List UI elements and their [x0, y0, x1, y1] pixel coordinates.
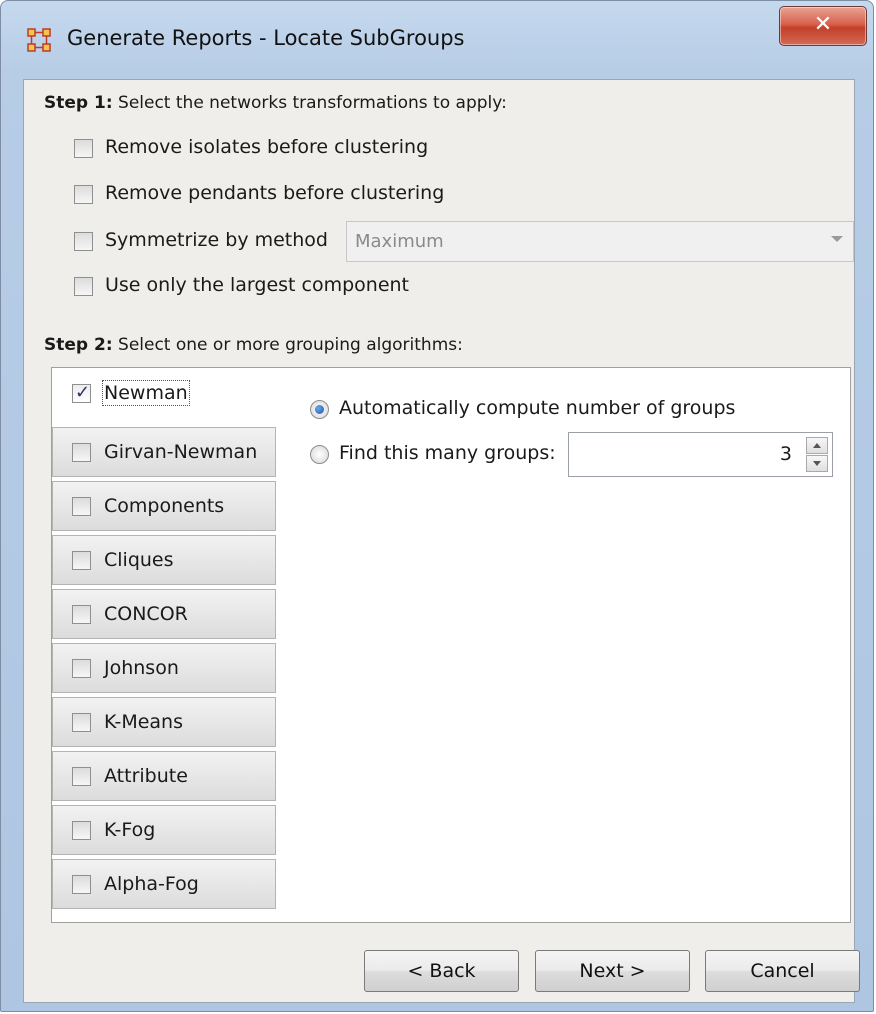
attribute-checkbox[interactable]: [72, 767, 91, 786]
components-checkbox[interactable]: [72, 497, 91, 516]
tab-concor[interactable]: CONCOR: [52, 589, 276, 639]
remove-pendants-label[interactable]: Remove pendants before clustering: [105, 182, 444, 204]
step2-heading-text: Select one or more grouping algorithms:: [112, 335, 463, 355]
arrow-up-icon: [813, 443, 821, 448]
arrow-down-icon: [813, 461, 821, 466]
back-button[interactable]: < Back: [364, 950, 519, 992]
tab-components[interactable]: Components: [52, 481, 276, 531]
symmetrize-checkbox[interactable]: [74, 232, 93, 251]
radio-selected-dot: [315, 405, 324, 414]
remove-isolates-checkbox[interactable]: [74, 139, 93, 158]
group-count-value[interactable]: 3: [780, 443, 792, 465]
auto-groups-label[interactable]: Automatically compute number of groups: [339, 397, 735, 419]
tab-girvan-newman-label: Girvan-Newman: [104, 441, 258, 463]
cliques-checkbox[interactable]: [72, 551, 91, 570]
dialog-body: Step 1: Select the networks transformati…: [23, 79, 860, 1003]
spinner-up-button[interactable]: [806, 437, 828, 454]
close-icon: ✕: [813, 12, 833, 37]
alpha-fog-checkbox[interactable]: [72, 875, 91, 894]
tab-attribute[interactable]: Attribute: [52, 751, 276, 801]
network-icon: [27, 28, 51, 52]
tab-cliques[interactable]: Cliques: [52, 535, 276, 585]
group-count-spinner[interactable]: 3: [568, 432, 833, 477]
find-groups-label[interactable]: Find this many groups:: [339, 442, 556, 464]
tab-attribute-label: Attribute: [104, 765, 188, 787]
dialog-window: Generate Reports - Locate SubGroups ✕ St…: [0, 0, 874, 1012]
tab-components-label: Components: [104, 495, 225, 517]
largest-component-checkbox[interactable]: [74, 277, 93, 296]
tab-cliques-label: Cliques: [104, 549, 174, 571]
window-title: Generate Reports - Locate SubGroups: [67, 26, 465, 50]
symmetrize-label[interactable]: Symmetrize by method: [105, 229, 328, 251]
check-icon: ✓: [75, 382, 91, 403]
tab-girvan-newman[interactable]: Girvan-Newman: [52, 427, 276, 477]
tab-newman-label: Newman: [102, 380, 190, 406]
step1-heading: Step 1: Select the networks transformati…: [44, 93, 507, 113]
tab-alpha-fog-label: Alpha-Fog: [104, 873, 199, 895]
tab-k-fog[interactable]: K-Fog: [52, 805, 276, 855]
remove-pendants-checkbox[interactable]: [74, 185, 93, 204]
tab-johnson-label: Johnson: [104, 657, 179, 679]
symmetrize-method-value: Maximum: [355, 231, 444, 252]
tab-k-means-label: K-Means: [104, 711, 183, 733]
k-means-checkbox[interactable]: [72, 713, 91, 732]
next-button[interactable]: Next >: [535, 950, 690, 992]
tab-johnson[interactable]: Johnson: [52, 643, 276, 693]
find-groups-radio[interactable]: [310, 445, 329, 464]
tab-alpha-fog[interactable]: Alpha-Fog: [52, 859, 276, 909]
tab-concor-label: CONCOR: [104, 603, 188, 625]
remove-isolates-label[interactable]: Remove isolates before clustering: [105, 136, 428, 158]
title-bar[interactable]: Generate Reports - Locate SubGroups ✕: [1, 1, 873, 79]
close-button[interactable]: ✕: [779, 6, 867, 46]
step1-heading-text: Select the networks transformations to a…: [112, 93, 507, 113]
concor-checkbox[interactable]: [72, 605, 91, 624]
symmetrize-method-select[interactable]: Maximum: [346, 221, 854, 262]
step1-heading-bold: Step 1:: [44, 93, 113, 113]
tab-k-means[interactable]: K-Means: [52, 697, 276, 747]
tab-newman[interactable]: ✓ Newman: [52, 368, 276, 416]
cancel-button[interactable]: Cancel: [705, 950, 860, 992]
spinner-down-button[interactable]: [806, 455, 828, 472]
chevron-down-icon: [831, 236, 843, 242]
largest-component-label[interactable]: Use only the largest component: [105, 274, 409, 296]
girvan-newman-checkbox[interactable]: [72, 443, 91, 462]
auto-groups-radio[interactable]: [310, 400, 329, 419]
johnson-checkbox[interactable]: [72, 659, 91, 678]
k-fog-checkbox[interactable]: [72, 821, 91, 840]
algorithm-tab-pane: ✓ Newman Girvan-Newman Components Clique…: [51, 367, 851, 923]
newman-checkbox[interactable]: ✓: [72, 382, 91, 403]
algorithm-tab-strip: ✓ Newman Girvan-Newman Components Clique…: [52, 368, 278, 922]
tab-k-fog-label: K-Fog: [104, 819, 156, 841]
step2-heading-bold: Step 2:: [44, 335, 113, 355]
step2-heading: Step 2: Select one or more grouping algo…: [44, 335, 463, 355]
